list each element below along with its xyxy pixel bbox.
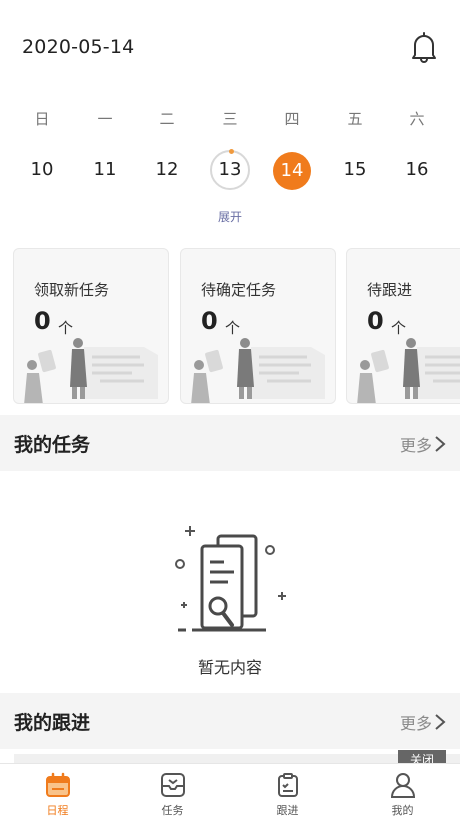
- chevron-right-icon[interactable]: [434, 713, 446, 731]
- weekday-label: 五: [347, 110, 363, 128]
- people-illustration-icon: [191, 338, 325, 403]
- empty-document-icon: [175, 526, 286, 632]
- date-row: 10 11 12 13 14 15 16: [0, 149, 460, 194]
- tab-mine[interactable]: 我的: [345, 764, 460, 818]
- summary-card-follow-up[interactable]: 待跟进 0 个: [346, 248, 460, 404]
- tab-follow-up[interactable]: 跟进: [230, 764, 345, 818]
- section-title: 我的跟进: [14, 712, 91, 734]
- tab-label: 任务: [161, 804, 184, 817]
- tab-tasks[interactable]: 任务: [115, 764, 230, 818]
- date-cell-selected[interactable]: 14: [273, 152, 311, 190]
- tab-label: 日程: [46, 804, 69, 817]
- bottom-tab-bar: 日程 任务 跟进 我的: [0, 763, 460, 818]
- bell-icon[interactable]: [408, 30, 440, 64]
- card-count: 0: [201, 307, 218, 335]
- people-illustration-icon: [24, 338, 158, 403]
- my-tasks-more-link[interactable]: 更多: [400, 432, 432, 456]
- header: 2020-05-14: [0, 0, 460, 96]
- empty-state-text: 暂无内容: [197, 658, 262, 677]
- summary-card-pending-confirm[interactable]: 待确定任务 0 个: [180, 248, 336, 404]
- card-count: 0: [367, 307, 384, 335]
- date-cell[interactable]: 12: [145, 150, 189, 190]
- user-icon: [390, 773, 416, 798]
- weekday-label: 四: [284, 110, 300, 128]
- card-title: 领取新任务: [34, 281, 110, 299]
- weekday-label: 日: [34, 110, 50, 128]
- card-title: 待确定任务: [201, 281, 277, 299]
- summary-cards: 领取新任务 0 个 待确定任务 0 个 待跟进 0 个: [0, 248, 460, 406]
- expand-calendar-link[interactable]: 展开: [206, 208, 254, 225]
- chevron-right-icon[interactable]: [434, 435, 446, 453]
- tab-schedule[interactable]: 日程: [0, 764, 115, 818]
- people-illustration-icon: [357, 338, 460, 403]
- date-cell[interactable]: 16: [395, 150, 439, 190]
- tab-label: 跟进: [276, 804, 299, 817]
- my-followups-more-link[interactable]: 更多: [400, 710, 432, 734]
- section-title: 我的任务: [14, 434, 91, 456]
- card-count: 0: [34, 307, 51, 335]
- my-followups-header: 我的跟进 更多: [0, 693, 460, 749]
- current-date[interactable]: 2020-05-14: [22, 36, 134, 58]
- weekday-label: 二: [159, 110, 175, 128]
- card-title: 待跟进: [367, 281, 413, 299]
- date-cell[interactable]: 10: [20, 150, 64, 190]
- weekday-label: 六: [409, 110, 425, 128]
- date-cell-today[interactable]: 13: [210, 149, 250, 190]
- weekday-row: 日 一 二 三 四 五 六: [0, 108, 460, 138]
- calendar-icon: [46, 772, 70, 797]
- weekday-label: 三: [222, 110, 238, 128]
- inbox-icon: [161, 773, 185, 797]
- date-cell[interactable]: 11: [83, 150, 127, 190]
- date-cell[interactable]: 15: [333, 150, 377, 190]
- weekday-label: 一: [97, 110, 113, 128]
- my-tasks-header: 我的任务 更多: [0, 415, 460, 471]
- tab-label: 我的: [391, 804, 414, 817]
- clipboard-icon: [278, 773, 298, 797]
- summary-card-new-tasks[interactable]: 领取新任务 0 个: [13, 248, 169, 404]
